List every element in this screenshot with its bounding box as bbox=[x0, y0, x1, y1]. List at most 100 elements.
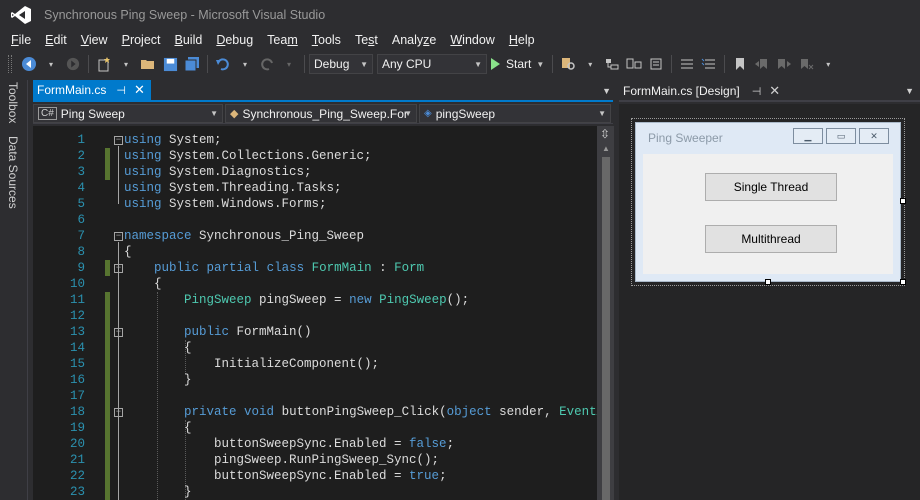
toolbar-separator bbox=[88, 55, 89, 73]
menu-project[interactable]: Project bbox=[115, 30, 168, 50]
menu-analyze[interactable]: Analyze bbox=[385, 30, 443, 50]
code-line[interactable]: 17 bbox=[33, 388, 613, 404]
code-line[interactable]: 13− public FormMain() bbox=[33, 324, 613, 340]
toolbar-options-icon[interactable]: ▾ bbox=[819, 54, 837, 74]
next-bookmark-icon[interactable] bbox=[775, 54, 793, 74]
toolbar-grip[interactable] bbox=[8, 55, 12, 73]
member-dropdown[interactable]: ◈ pingSweep ▼ bbox=[419, 104, 611, 123]
new-project-icon[interactable] bbox=[95, 54, 113, 74]
solution-configuration-select[interactable]: Debug ▼ bbox=[309, 54, 373, 74]
code-line[interactable]: 5 using System.Windows.Forms; bbox=[33, 196, 613, 212]
resize-handle-bottom[interactable] bbox=[765, 279, 771, 285]
navigate-forward-icon[interactable] bbox=[64, 54, 82, 74]
data-sources-tab[interactable]: Data Sources bbox=[6, 136, 20, 209]
undo-icon[interactable] bbox=[214, 54, 232, 74]
single-thread-button[interactable]: Single Thread bbox=[705, 173, 837, 201]
code-line[interactable]: 11 PingSweep pingSweep = new PingSweep()… bbox=[33, 292, 613, 308]
menu-window[interactable]: Window bbox=[443, 30, 501, 50]
code-line[interactable]: 19 { bbox=[33, 420, 613, 436]
clear-bookmarks-icon[interactable] bbox=[797, 54, 815, 74]
play-icon bbox=[491, 58, 500, 70]
uncomment-lines-icon[interactable] bbox=[700, 54, 718, 74]
open-file-icon[interactable] bbox=[139, 54, 157, 74]
code-line[interactable]: 20 buttonSweepSync.Enabled = false; bbox=[33, 436, 613, 452]
menu-build[interactable]: Build bbox=[168, 30, 210, 50]
resize-handle-corner[interactable] bbox=[900, 279, 906, 285]
bookmark-icon[interactable] bbox=[731, 54, 749, 74]
scrollbar-thumb[interactable] bbox=[602, 157, 610, 500]
code-line[interactable]: 3 using System.Diagnostics; bbox=[33, 164, 613, 180]
line-number: 3 bbox=[77, 165, 85, 179]
menu-debug[interactable]: Debug bbox=[209, 30, 260, 50]
resize-handle-right[interactable] bbox=[900, 198, 906, 204]
multithread-button[interactable]: Multithread bbox=[705, 225, 837, 253]
line-number: 2 bbox=[77, 149, 85, 163]
code-text-area[interactable]: 1− using System; 2 using System.Collections… bbox=[33, 126, 613, 500]
code-line[interactable]: 16 } bbox=[33, 372, 613, 388]
menu-file[interactable]: File bbox=[4, 30, 38, 50]
design-surface[interactable]: Ping Sweeper ▁ ▭ ✕ Single Thread Multith… bbox=[619, 104, 920, 500]
type-dropdown[interactable]: ◆ Synchronous_Ping_Sweep.For ▼ bbox=[225, 104, 417, 123]
undo-dropdown-icon[interactable]: ▾ bbox=[236, 54, 254, 74]
comment-lines-icon[interactable] bbox=[678, 54, 696, 74]
code-line[interactable]: 8{ bbox=[33, 244, 613, 260]
class-view-icon[interactable] bbox=[625, 54, 643, 74]
redo-dropdown-icon[interactable]: ▾ bbox=[280, 54, 298, 74]
menu-help[interactable]: Help bbox=[502, 30, 542, 50]
code-line[interactable]: 10 { bbox=[33, 276, 613, 292]
code-line[interactable]: 15 InitializeComponent(); bbox=[33, 356, 613, 372]
code-line[interactable]: 9− public partial class FormMain : Form bbox=[33, 260, 613, 276]
properties-icon[interactable] bbox=[647, 54, 665, 74]
tab-formmain-design[interactable]: FormMain.cs [Design] ⊣ ✕ ▼ bbox=[619, 82, 920, 102]
tab-formmain-cs[interactable]: FormMain.cs ⊣ ✕ bbox=[33, 80, 151, 100]
code-line[interactable]: 23 } bbox=[33, 484, 613, 500]
start-debugging-button[interactable]: Start ▼ bbox=[491, 57, 544, 71]
line-number: 21 bbox=[69, 453, 85, 467]
menu-test[interactable]: Test bbox=[348, 30, 385, 50]
redo-icon[interactable] bbox=[258, 54, 276, 74]
code-line[interactable]: 21 pingSweep.RunPingSweep_Sync(); bbox=[33, 452, 613, 468]
collapse-region-icon[interactable]: − bbox=[114, 136, 123, 145]
back-dropdown-icon[interactable]: ▾ bbox=[42, 54, 60, 74]
close-icon[interactable]: ✕ bbox=[859, 128, 889, 144]
split-window-icon[interactable]: ⇳ bbox=[600, 127, 610, 141]
overflow-dropdown-icon[interactable]: ▾ bbox=[581, 54, 599, 74]
scroll-up-arrow-icon[interactable]: ▲ bbox=[602, 144, 610, 153]
maximize-icon[interactable]: ▭ bbox=[826, 128, 856, 144]
tab-list-dropdown-icon[interactable]: ▼ bbox=[905, 86, 914, 96]
code-line[interactable]: 18− private void buttonPingSweep_Click(o… bbox=[33, 404, 613, 420]
code-line[interactable]: 2 using System.Collections.Generic; bbox=[33, 148, 613, 164]
find-in-files-icon[interactable] bbox=[559, 54, 577, 74]
code-line[interactable]: 12 bbox=[33, 308, 613, 324]
menu-tools[interactable]: Tools bbox=[305, 30, 348, 50]
code-line[interactable]: 4 using System.Threading.Tasks; bbox=[33, 180, 613, 196]
code-line[interactable]: 7 − namespace Synchronous_Ping_Sweep bbox=[33, 228, 613, 244]
menu-edit[interactable]: Edit bbox=[38, 30, 74, 50]
code-text: using System.Diagnostics; bbox=[124, 165, 312, 179]
navigate-back-icon[interactable] bbox=[20, 54, 38, 74]
line-number: 5 bbox=[77, 197, 85, 211]
code-line[interactable]: 22 buttonSweepSync.Enabled = true; bbox=[33, 468, 613, 484]
previous-bookmark-icon[interactable] bbox=[753, 54, 771, 74]
solution-platform-select[interactable]: Any CPU ▼ bbox=[377, 54, 487, 74]
code-line[interactable]: 14 { bbox=[33, 340, 613, 356]
pin-icon[interactable]: ⊣ bbox=[116, 84, 126, 97]
solution-explorer-icon[interactable] bbox=[603, 54, 621, 74]
collapse-region-icon[interactable]: − bbox=[114, 232, 123, 241]
windows-form-preview[interactable]: Ping Sweeper ▁ ▭ ✕ Single Thread Multith… bbox=[635, 122, 901, 282]
menu-team[interactable]: Team bbox=[260, 30, 305, 50]
save-icon[interactable] bbox=[161, 54, 179, 74]
project-dropdown[interactable]: C# Ping Sweep ▼ bbox=[33, 104, 223, 123]
close-icon[interactable]: ✕ bbox=[769, 83, 780, 99]
close-icon[interactable]: ✕ bbox=[134, 82, 145, 98]
new-dropdown-icon[interactable]: ▾ bbox=[117, 54, 135, 74]
save-all-icon[interactable] bbox=[183, 54, 201, 74]
toolbox-tab[interactable]: Toolbox bbox=[6, 82, 20, 123]
minimize-icon[interactable]: ▁ bbox=[793, 128, 823, 144]
menu-view[interactable]: View bbox=[74, 30, 115, 50]
code-line[interactable]: 6 bbox=[33, 212, 613, 228]
field-icon: ◈ bbox=[424, 108, 432, 119]
code-line[interactable]: 1 − using System; bbox=[33, 132, 613, 148]
tab-list-dropdown-icon[interactable]: ▼ bbox=[602, 86, 611, 96]
pin-icon[interactable]: ⊣ bbox=[752, 85, 762, 98]
